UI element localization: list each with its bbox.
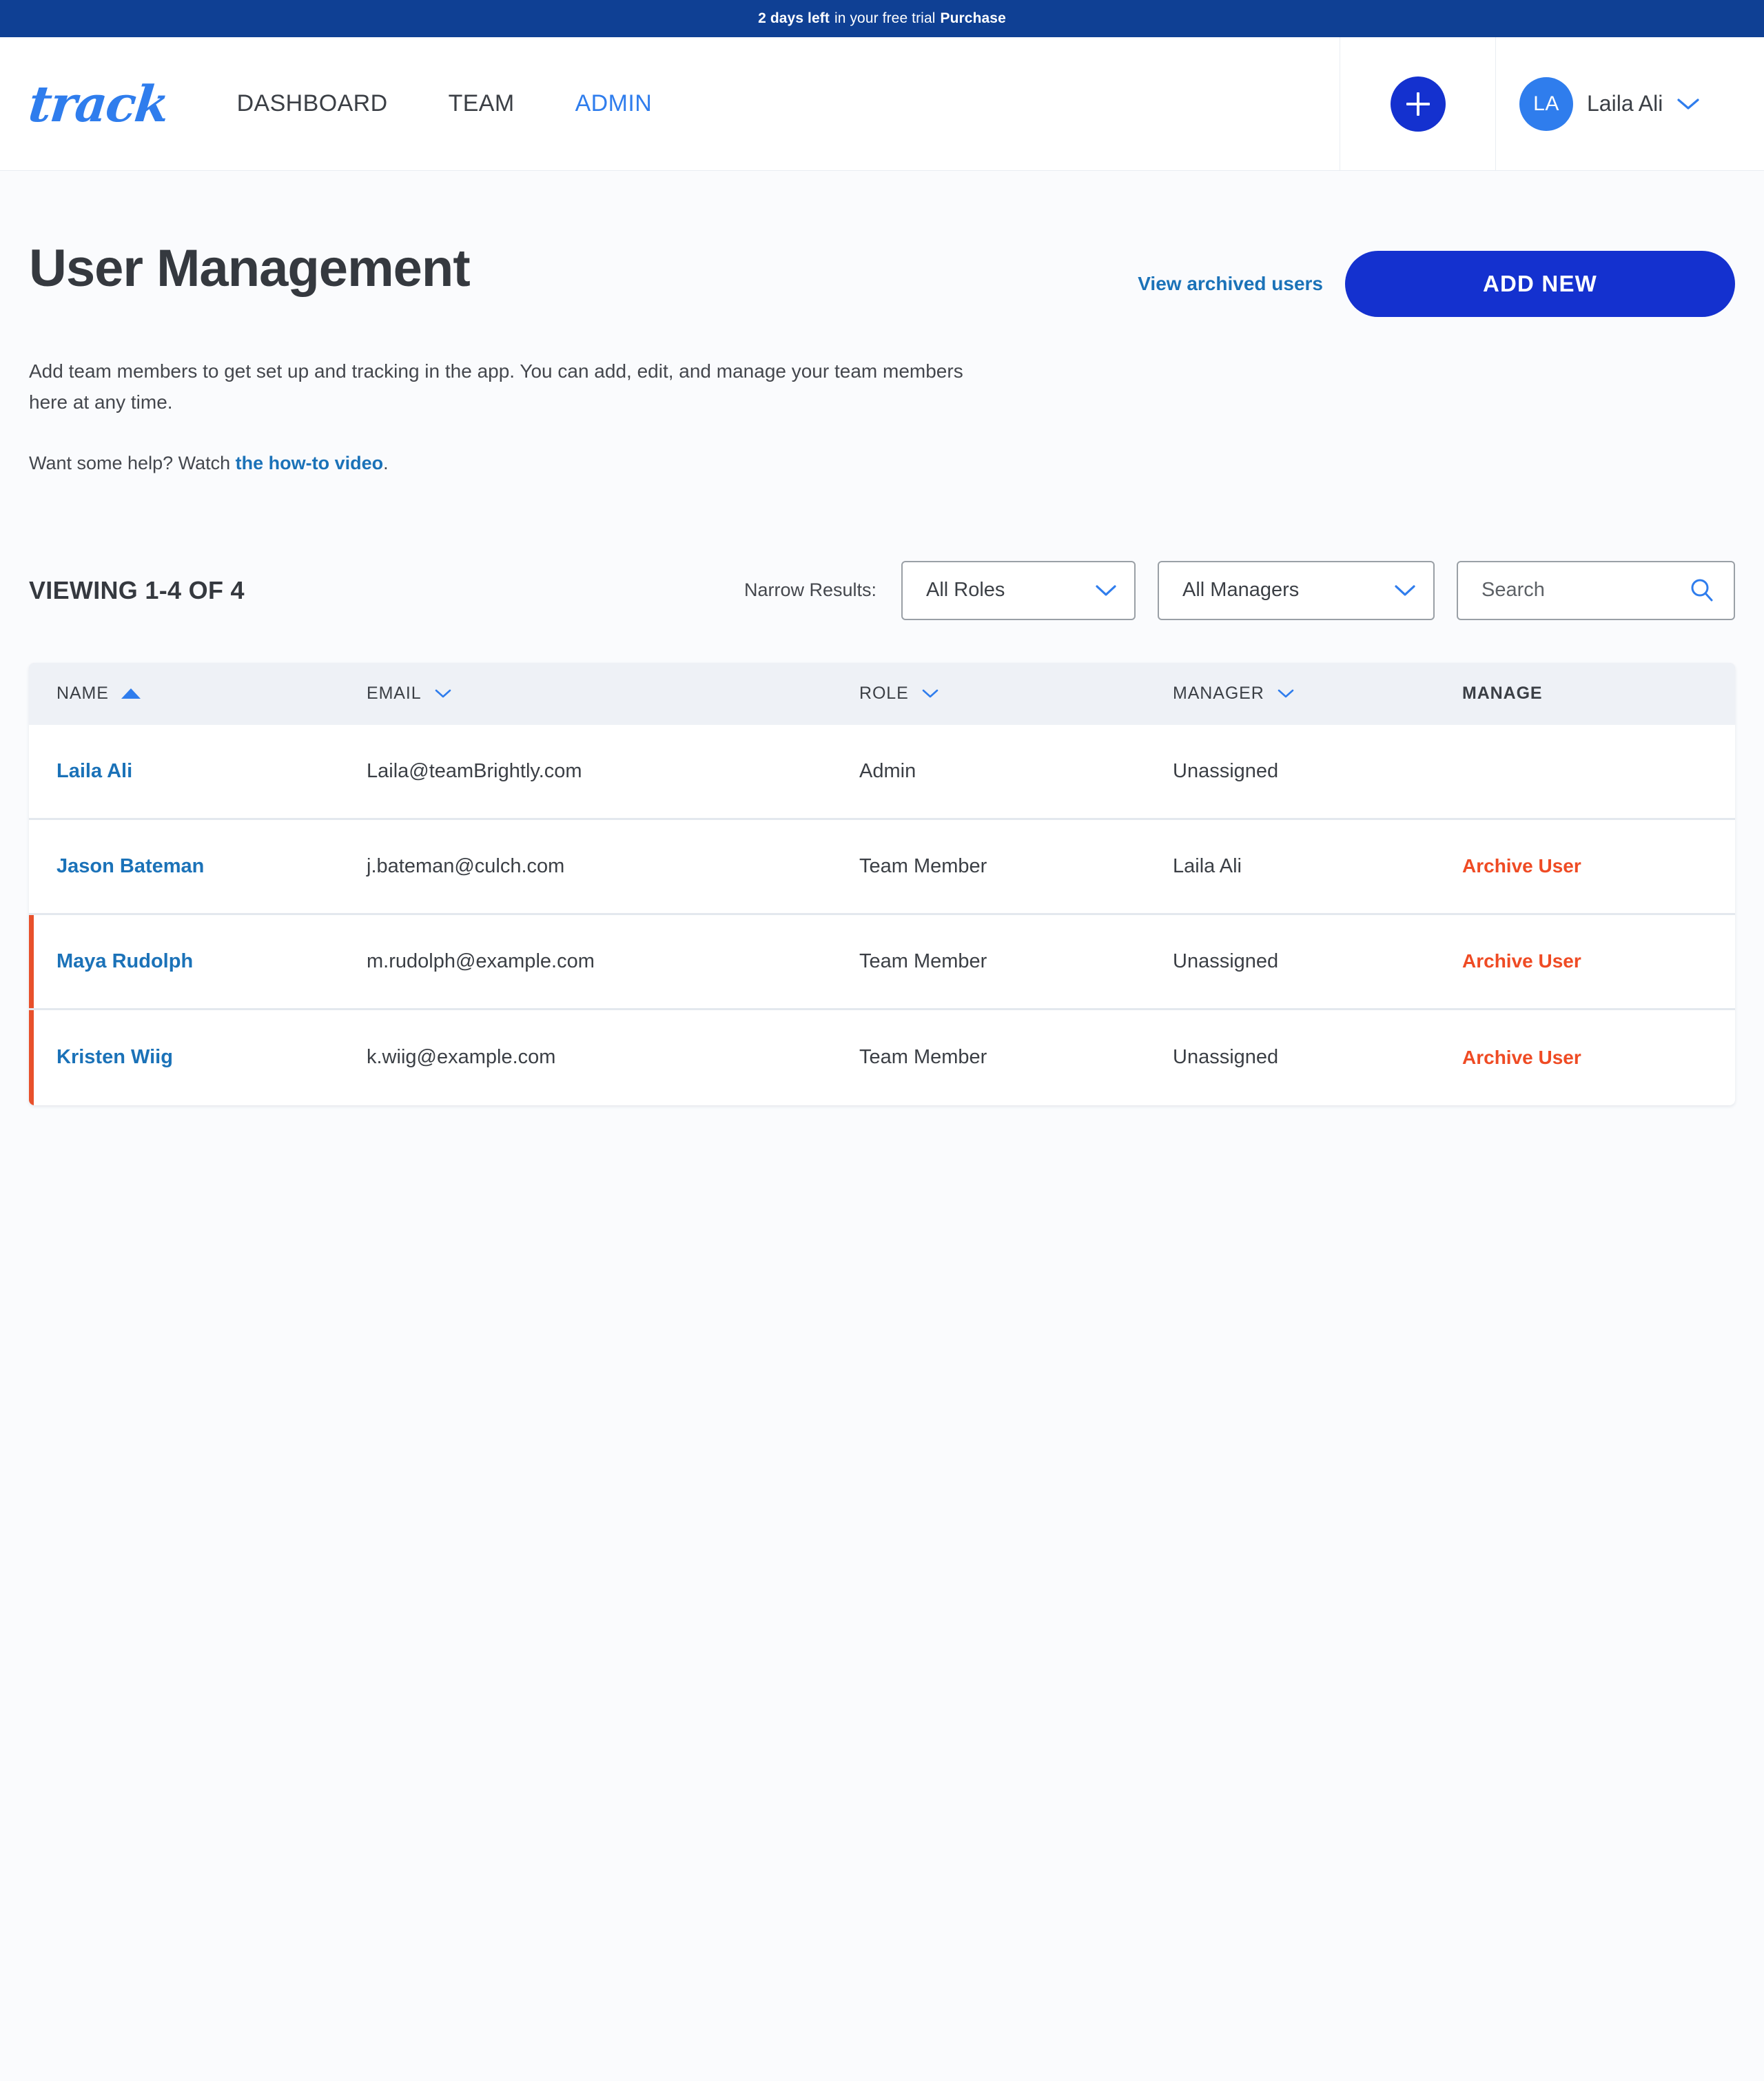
- archive-user-link[interactable]: Archive User: [1462, 950, 1581, 972]
- page-header-actions: View archived users ADD NEW: [1138, 243, 1735, 317]
- nav-item-dashboard[interactable]: DASHBOARD: [207, 90, 418, 117]
- column-header-manager-label: MANAGER: [1173, 684, 1264, 704]
- column-header-name-label: NAME: [57, 684, 109, 704]
- viewing-count: VIEWING 1-4 OF 4: [29, 575, 245, 604]
- filter-bar: VIEWING 1-4 OF 4 Narrow Results: All Rol…: [29, 560, 1735, 620]
- column-header-role-label: ROLE: [859, 684, 909, 704]
- nav-item-team[interactable]: TEAM: [418, 90, 545, 117]
- sort-ascending-icon[interactable]: [121, 688, 141, 699]
- nav-item-admin[interactable]: ADMIN: [545, 90, 683, 117]
- column-header-email[interactable]: EMAIL: [367, 684, 859, 704]
- column-header-manage: MANAGE: [1462, 684, 1735, 704]
- cell-email: Laila@teamBrightly.com: [367, 759, 582, 782]
- cell-manage: Archive User: [1462, 1047, 1735, 1069]
- column-header-manager[interactable]: MANAGER: [1173, 684, 1462, 704]
- user-menu-name: Laila Ali: [1587, 91, 1663, 116]
- cell-name: Laila Ali: [29, 760, 367, 783]
- table-row: Kristen Wiig k.wiig@example.com Team Mem…: [29, 1009, 1735, 1105]
- chevron-down-icon: [435, 689, 451, 698]
- avatar: LA: [1519, 76, 1573, 131]
- manager-filter-value: All Managers: [1182, 579, 1300, 602]
- column-header-email-label: EMAIL: [367, 684, 422, 704]
- cell-name: Kristen Wiig: [29, 1046, 367, 1069]
- column-header-manage-label: MANAGE: [1462, 684, 1543, 704]
- table-row: Jason Bateman j.bateman@culch.com Team M…: [29, 819, 1735, 915]
- view-archived-users-link[interactable]: View archived users: [1138, 273, 1323, 295]
- add-new-button[interactable]: ADD NEW: [1345, 251, 1735, 317]
- trial-banner-text: in your free trial: [834, 10, 936, 26]
- narrow-results-label: Narrow Results:: [743, 580, 876, 601]
- user-link[interactable]: Maya Rudolph: [57, 950, 193, 972]
- cell-role: Team Member: [859, 1046, 987, 1069]
- table-header-row: NAME EMAIL ROLE MANAGER MANAGE: [29, 662, 1735, 725]
- archive-user-link[interactable]: Archive User: [1462, 1047, 1581, 1068]
- users-table: NAME EMAIL ROLE MANAGER MANAGE Laila Ali…: [29, 662, 1735, 1105]
- user-menu[interactable]: LA Laila Ali: [1495, 37, 1764, 170]
- main-content: User Management View archived users ADD …: [0, 171, 1764, 1105]
- cell-name: Jason Bateman: [29, 855, 367, 878]
- trial-days-left: 2 days left: [758, 10, 830, 26]
- page-description: Add team members to get set up and track…: [29, 360, 963, 413]
- column-header-role[interactable]: ROLE: [859, 684, 1173, 704]
- chevron-down-icon: [1278, 689, 1294, 698]
- cell-manager: Laila Ali: [1173, 854, 1242, 877]
- table-row: Maya Rudolph m.rudolph@example.com Team …: [29, 914, 1735, 1010]
- page-header: User Management View archived users ADD …: [29, 171, 1735, 317]
- plus-icon-button[interactable]: [1390, 76, 1446, 132]
- cell-email: k.wiig@example.com: [367, 1046, 556, 1069]
- search-placeholder: Search: [1481, 579, 1545, 602]
- how-to-video-link[interactable]: the how-to video: [236, 453, 383, 473]
- trial-banner: 2 days left in your free trial Purchase: [0, 0, 1764, 37]
- cell-manager: Unassigned: [1173, 759, 1279, 782]
- filter-controls: Narrow Results: All Roles All Managers S…: [743, 560, 1735, 620]
- cell-manage: Archive User: [1462, 950, 1735, 972]
- cell-role: Team Member: [859, 950, 987, 972]
- user-link[interactable]: Laila Ali: [57, 760, 132, 782]
- top-navigation: track DASHBOARD TEAM ADMIN LA Laila Ali: [0, 37, 1764, 171]
- role-filter-select[interactable]: All Roles: [901, 560, 1136, 620]
- chevron-down-icon: [1677, 98, 1699, 110]
- chevron-down-icon: [922, 689, 938, 698]
- user-link[interactable]: Jason Bateman: [57, 855, 204, 877]
- cell-manage: Archive User: [1462, 855, 1735, 877]
- search-input[interactable]: Search: [1457, 560, 1735, 620]
- manager-filter-select[interactable]: All Managers: [1158, 560, 1435, 620]
- cell-role: Admin: [859, 759, 916, 782]
- cell-email: j.bateman@culch.com: [367, 854, 565, 877]
- cell-email: m.rudolph@example.com: [367, 950, 595, 972]
- archive-user-link[interactable]: Archive User: [1462, 855, 1581, 877]
- user-management-page: 2 days left in your free trial Purchase …: [0, 0, 1764, 2081]
- nav-left-group: track DASHBOARD TEAM ADMIN: [0, 37, 1340, 170]
- chevron-down-icon: [1395, 585, 1415, 596]
- add-cell: [1340, 37, 1495, 170]
- track-logo[interactable]: track: [26, 74, 172, 133]
- page-title: User Management: [29, 239, 471, 298]
- cell-name: Maya Rudolph: [29, 950, 367, 973]
- user-link[interactable]: Kristen Wiig: [57, 1046, 173, 1068]
- help-prefix: Want some help? Watch: [29, 452, 236, 473]
- cell-role: Team Member: [859, 854, 987, 877]
- help-suffix: .: [383, 452, 389, 473]
- table-row: Laila Ali Laila@teamBrightly.com Admin U…: [29, 724, 1735, 820]
- column-header-name[interactable]: NAME: [29, 684, 367, 704]
- role-filter-value: All Roles: [926, 579, 1005, 602]
- search-icon[interactable]: [1688, 577, 1716, 604]
- help-line: Want some help? Watch the how-to video.: [29, 453, 1735, 474]
- cell-manager: Unassigned: [1173, 1046, 1279, 1069]
- purchase-link[interactable]: Purchase: [941, 10, 1006, 27]
- cell-manager: Unassigned: [1173, 950, 1279, 972]
- chevron-down-icon: [1096, 585, 1116, 596]
- nav-items: DASHBOARD TEAM ADMIN: [207, 90, 683, 117]
